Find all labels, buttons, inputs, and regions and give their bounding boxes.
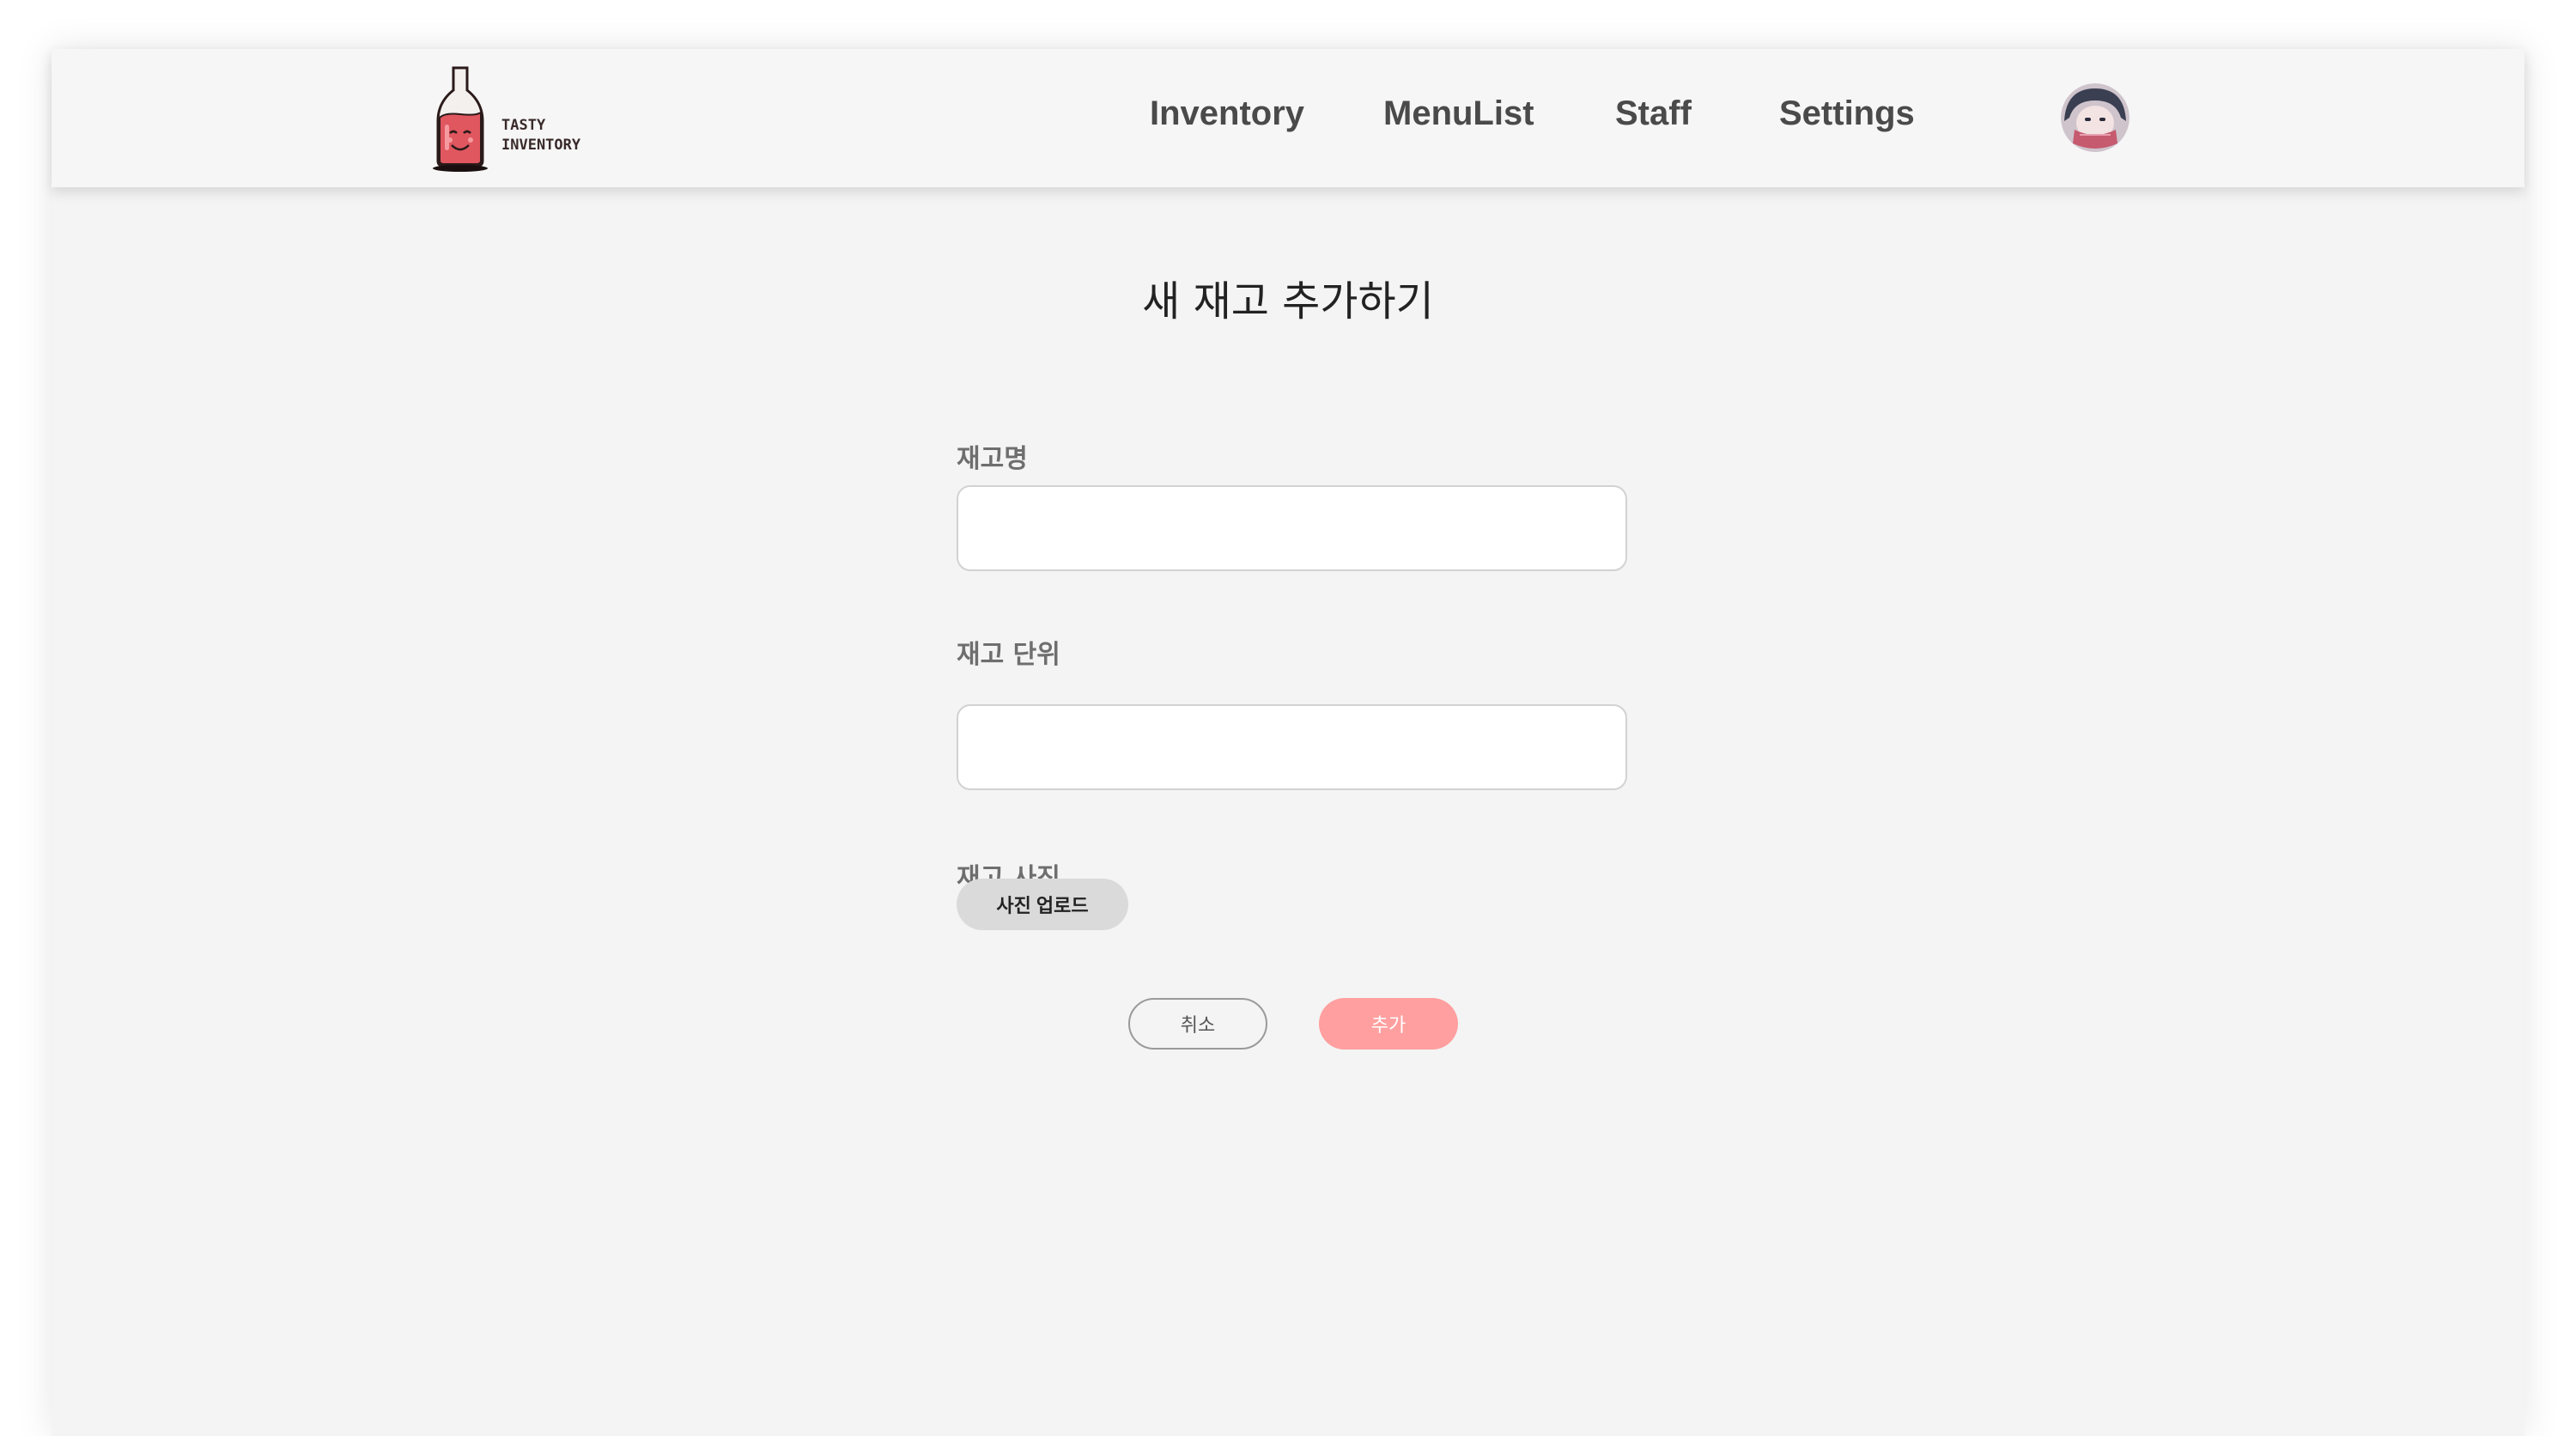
logo-wordmark: TASTY INVENTORY <box>501 116 580 155</box>
user-avatar-icon <box>2061 83 2129 152</box>
logo-line1: TASTY <box>501 117 546 134</box>
wine-bottle-icon <box>433 66 488 172</box>
top-navigation-bar: TASTY INVENTORY Inventory MenuList Staff… <box>52 49 2524 187</box>
nav-settings[interactable]: Settings <box>1779 94 1915 133</box>
item-name-input[interactable] <box>957 485 1627 571</box>
item-name-label: 재고명 <box>957 444 1028 474</box>
cancel-button[interactable]: 취소 <box>1128 998 1267 1050</box>
brand-logo[interactable]: TASTY INVENTORY <box>419 64 580 173</box>
upload-photo-button[interactable]: 사진 업로드 <box>957 879 1128 930</box>
user-avatar[interactable] <box>2061 83 2129 152</box>
page-title: 새 재고 추가하기 <box>1142 277 1434 326</box>
nav-menulist[interactable]: MenuList <box>1383 94 1534 133</box>
nav-staff[interactable]: Staff <box>1615 94 1692 133</box>
add-button[interactable]: 추가 <box>1319 998 1458 1050</box>
logo-line2: INVENTORY <box>501 137 581 154</box>
item-unit-label: 재고 단위 <box>957 640 1060 670</box>
item-unit-input[interactable] <box>957 704 1627 790</box>
app-frame: TASTY INVENTORY Inventory MenuList Staff… <box>52 49 2524 1436</box>
nav-inventory[interactable]: Inventory <box>1150 94 1304 133</box>
